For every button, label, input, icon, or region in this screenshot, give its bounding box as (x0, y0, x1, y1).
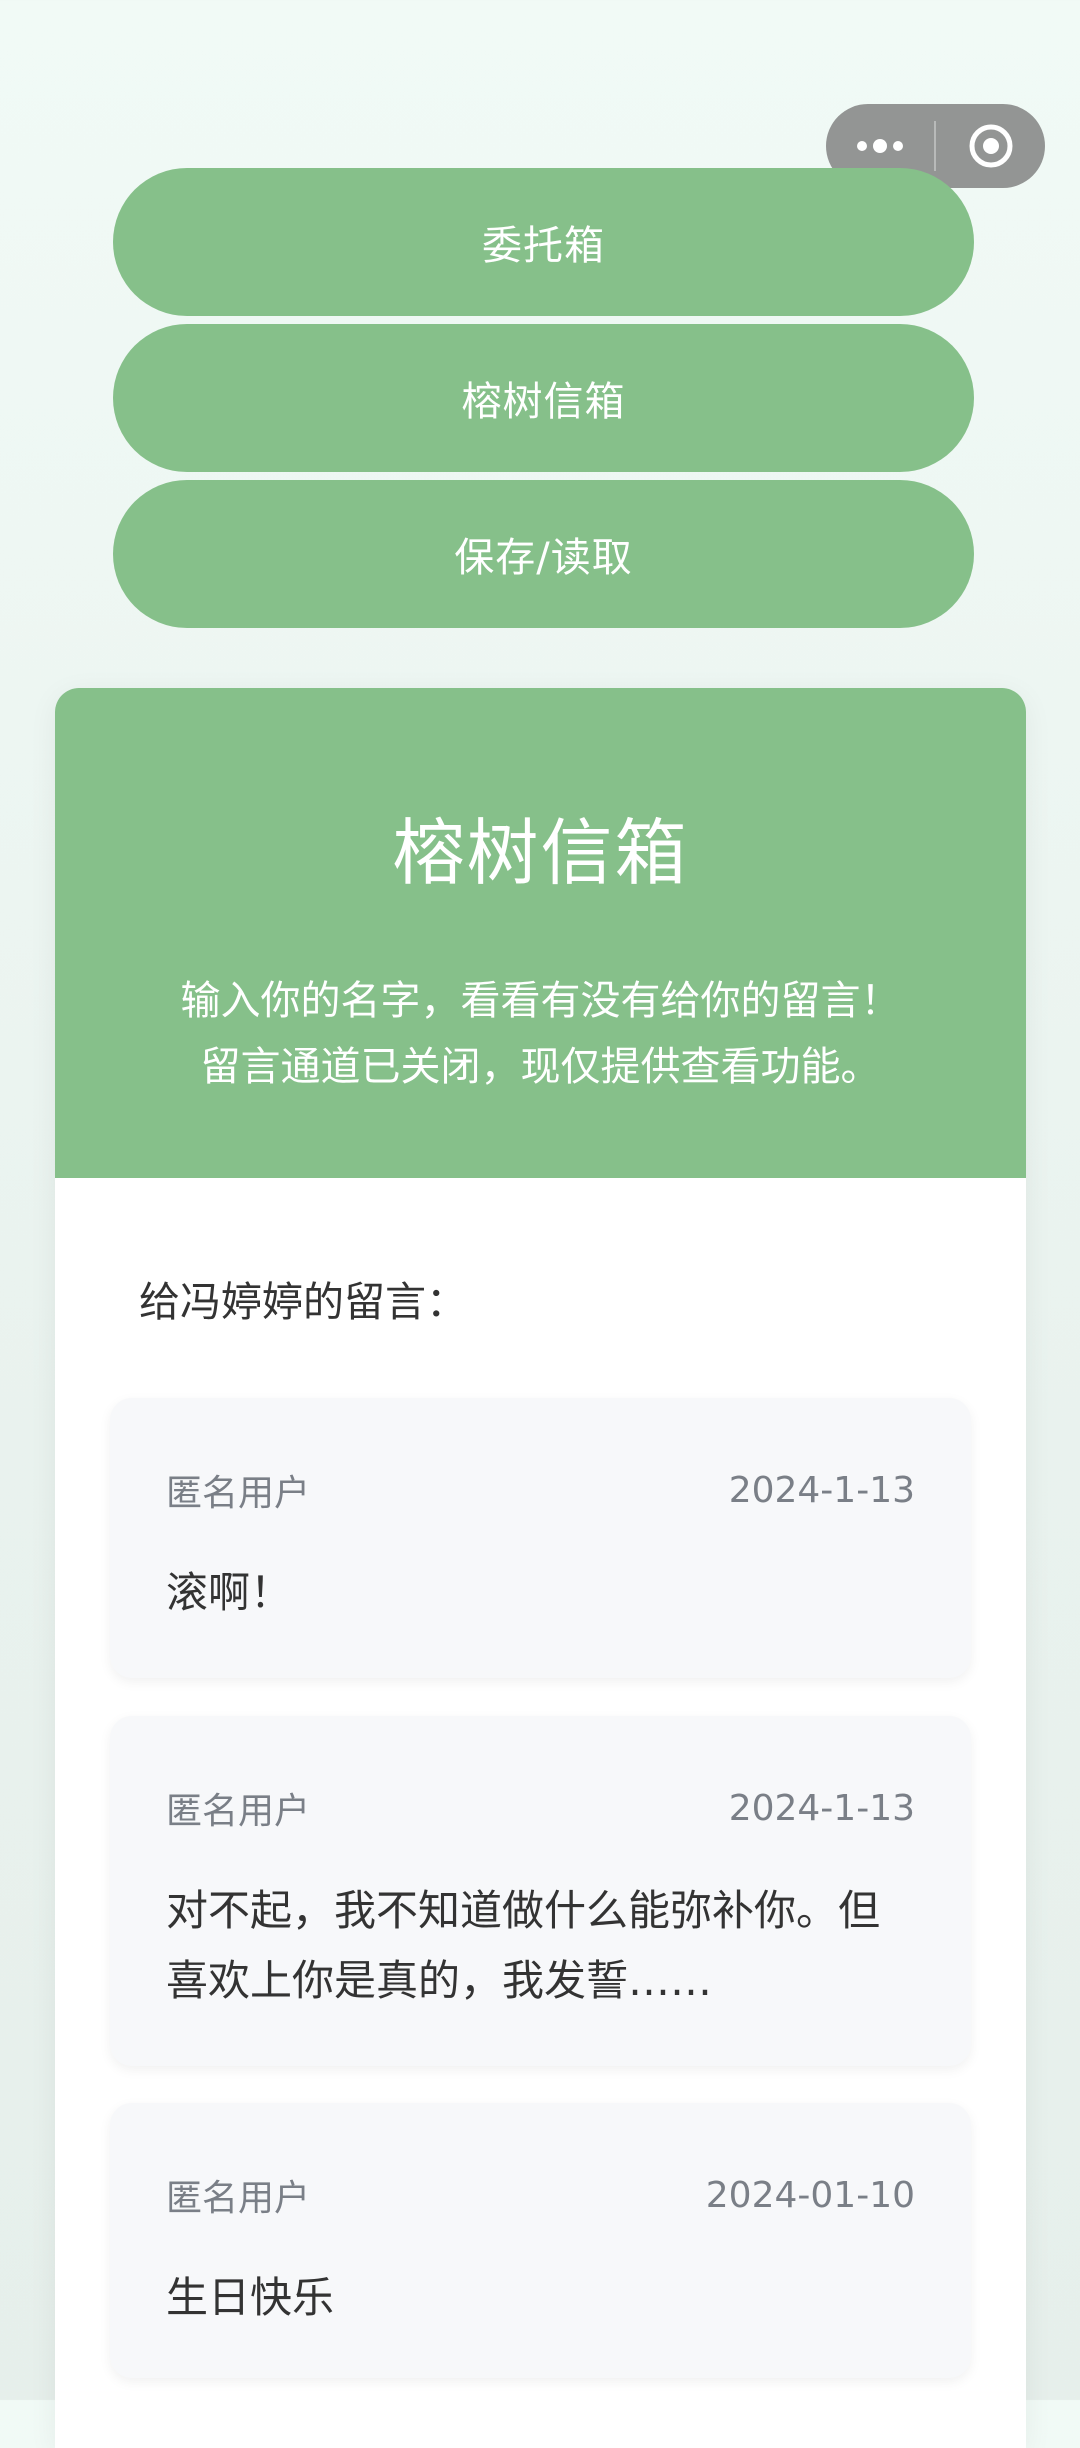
message-text: 滚啊！ (166, 1568, 293, 1617)
message-author: 匿名用户 (166, 2178, 311, 2219)
message-header: 匿名用户 2024-1-13 (166, 1466, 915, 1515)
message-item: 匿名用户 2024-01-10 生日快乐 (110, 2103, 971, 2378)
message-text: 生日快乐 (166, 2273, 335, 2322)
message-header: 匿名用户 2024-01-10 (166, 2171, 915, 2220)
message-item: 匿名用户 2024-1-13 对不起，我不知道做什么能弥补你。但喜欢上你是真的，… (110, 1716, 971, 2066)
save-load-button[interactable]: 保存/读取 (113, 480, 974, 628)
message-date: 2024-1-13 (728, 1469, 915, 1511)
target-circle-icon (969, 124, 1012, 168)
mailbox-card: 榕树信箱 输入你的名字，看看有没有给你的留言！ 留言通道已关闭，现仅提供查看功能… (55, 688, 1026, 2448)
banyan-mailbox-button[interactable]: 榕树信箱 (113, 324, 974, 472)
card-desc-line1: 输入你的名字，看看有没有给你的留言！ (180, 978, 901, 1024)
card-title: 榕树信箱 (392, 811, 689, 895)
message-item: 匿名用户 2024-1-13 滚啊！ (110, 1398, 971, 1678)
card-description: 输入你的名字，看看有没有给你的留言！ 留言通道已关闭，现仅提供查看功能。 (55, 968, 1026, 1100)
message-author: 匿名用户 (166, 1473, 311, 1514)
message-date: 2024-1-13 (728, 1787, 915, 1829)
more-dots-icon (857, 139, 903, 153)
card-desc-line2: 留言通道已关闭，现仅提供查看功能。 (200, 1044, 881, 1090)
card-header: 榕树信箱 输入你的名字，看看有没有给你的留言！ 留言通道已关闭，现仅提供查看功能… (55, 688, 1026, 1178)
message-text: 对不起，我不知道做什么能弥补你。但喜欢上你是真的，我发誓…… (166, 1886, 881, 2005)
messages-section-title: 给冯婷婷的留言： (139, 1278, 467, 1326)
message-author: 匿名用户 (166, 1791, 311, 1832)
message-date: 2024-01-10 (705, 2174, 915, 2216)
close-miniprogram-button[interactable] (936, 104, 1045, 188)
message-header: 匿名用户 2024-1-13 (166, 1784, 915, 1833)
commission-box-button[interactable]: 委托箱 (113, 168, 974, 316)
